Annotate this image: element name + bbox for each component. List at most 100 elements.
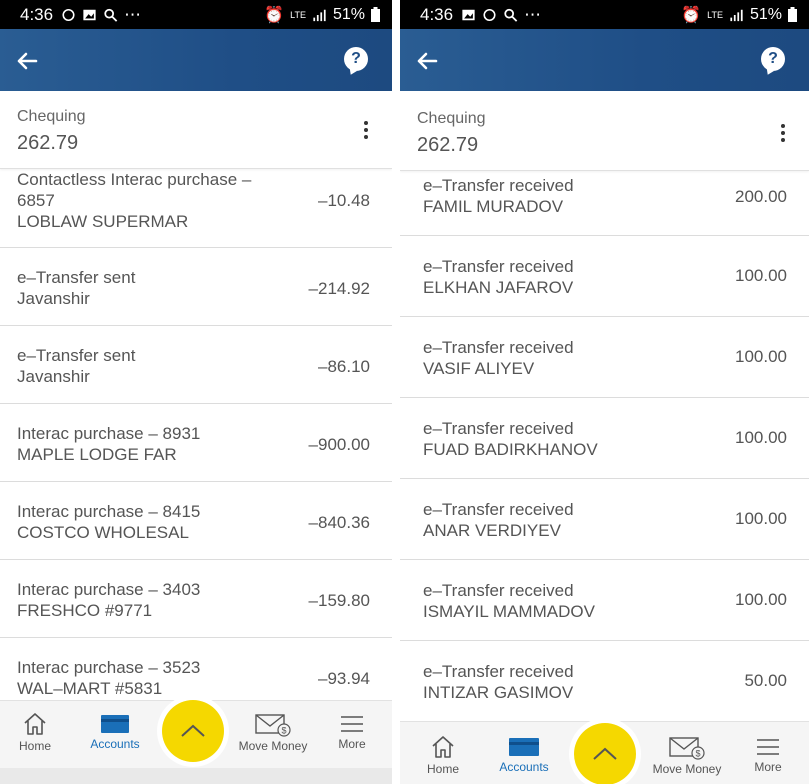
nav-more[interactable]: More [750,736,786,774]
transaction-row[interactable]: e–Transfer sent Javanshir –214.92 [0,248,392,326]
transaction-amount: 100.00 [735,266,787,285]
nav-more-label: More [338,737,366,751]
transaction-row[interactable]: e–Transfer received ANAR VERDIYEV 100.00 [400,479,809,560]
arrow-left-icon[interactable] [414,48,440,74]
search-icon [104,8,118,22]
transaction-title: Interac purchase – 8415 [17,502,201,521]
transaction-counterparty: FUAD BADIRKHANOV [423,440,598,459]
gallery-icon [83,9,96,20]
status-bar: 4:36 ⋯ ⏰ LTE 51% [400,0,809,29]
whatsapp-icon [483,8,496,21]
transaction-amount: –900.00 [308,435,370,454]
nav-home[interactable]: Home [422,734,464,776]
battery-icon [371,7,380,22]
account-name: Chequing [17,108,86,125]
account-balance: 262.79 [17,132,79,154]
more-notifications-icon: ⋯ [524,4,542,24]
account-name: Chequing [417,110,486,127]
transaction-title: e–Transfer received [423,500,574,519]
app-bar: ? [400,29,809,91]
transaction-row[interactable]: Interac purchase – 3403 FRESHCO #9771 –1… [0,560,392,638]
transaction-title: Interac purchase – 3523 [17,658,201,677]
nav-more[interactable]: More [334,713,370,751]
home-icon [432,736,454,758]
nav-move-money[interactable]: $ Move Money [236,713,310,753]
transaction-amount: 50.00 [744,671,787,690]
hamburger-icon [341,716,363,732]
transaction-merchant: LOBLAW SUPERMAR [17,212,189,231]
system-nav-area [0,768,392,784]
transaction-row[interactable]: e–Transfer received FAMIL MURADOV 200.00 [400,171,809,236]
nav-accounts-label: Accounts [499,760,549,774]
chevron-up-icon [593,747,617,760]
transaction-list: Contactless Interac purchase – 6857 LOBL… [0,167,392,716]
gallery-icon [462,9,475,20]
kebab-menu-icon[interactable] [362,121,370,143]
alarm-icon: ⏰ [681,6,702,24]
nav-home[interactable]: Home [14,711,56,753]
transaction-title: Contactless Interac purchase – [17,170,252,189]
transaction-title: e–Transfer sent [17,268,136,287]
transaction-row[interactable]: e–Transfer received VASIF ALIYEV 100.00 [400,317,809,398]
transaction-row[interactable]: e–Transfer received INTIZAR GASIMOV 50.0… [400,641,809,722]
nav-move-money[interactable]: $ Move Money [648,736,726,776]
transaction-counterparty: ANAR VERDIYEV [423,521,561,540]
right-screen: 4:36 ⋯ ⏰ LTE 51% ? Chequing 262.79 e–Tra… [400,0,809,784]
network-type: LTE [707,9,723,20]
transaction-subtitle: WAL–MART #5831 [17,679,163,698]
transaction-list: e–Transfer received FAMIL MURADOV 200.00… [400,171,809,722]
nav-move-money-label: Move Money [238,739,308,753]
transaction-title: Interac purchase – 8931 [17,424,201,443]
transaction-counterparty: INTIZAR GASIMOV [423,683,574,702]
transaction-amount: –86.10 [318,357,370,376]
card-icon [509,738,539,756]
screen-divider [392,0,400,784]
transaction-row[interactable]: e–Transfer received ELKHAN JAFAROV 100.0… [400,236,809,317]
nav-accounts[interactable]: Accounts [494,736,554,774]
transaction-amount: 100.00 [735,509,787,528]
transaction-amount: 100.00 [735,347,787,366]
search-icon [504,8,518,22]
signal-icon [730,9,743,21]
account-balance: 262.79 [417,134,479,156]
transaction-row[interactable]: Interac purchase – 8931 MAPLE LODGE FAR … [0,404,392,482]
signal-icon [313,9,326,21]
svg-text:$: $ [696,749,701,759]
transaction-title: e–Transfer sent [17,346,136,365]
transaction-amount: 200.00 [735,187,787,206]
transaction-title: e–Transfer received [423,338,574,357]
transaction-subtitle: Javanshir [17,367,90,386]
transaction-row[interactable]: Contactless Interac purchase – 6857 LOBL… [0,167,392,248]
arrow-left-icon[interactable] [14,48,40,74]
transaction-title: e–Transfer received [423,662,574,681]
kebab-menu-icon[interactable] [779,124,787,146]
transaction-counterparty: FAMIL MURADOV [423,197,564,216]
account-header: Chequing 262.79 [0,91,392,169]
transaction-subtitle: FRESHCO #9771 [17,601,153,620]
whatsapp-icon [62,8,75,21]
transaction-amount: –93.94 [318,669,370,688]
envelope-dollar-icon: $ [669,737,705,760]
transaction-row[interactable]: Interac purchase – 8415 COSTCO WHOLESAL … [0,482,392,560]
transaction-counterparty: VASIF ALIYEV [423,359,535,378]
scroll-top-button[interactable] [574,723,636,784]
transaction-row[interactable]: e–Transfer sent Javanshir –86.10 [0,326,392,404]
transaction-amount: 100.00 [735,590,787,609]
help-bubble-icon[interactable]: ? [761,47,785,71]
transaction-amount: –10.48 [318,191,370,210]
transaction-title: e–Transfer received [423,581,574,600]
transaction-subtitle: Javanshir [17,289,90,308]
transaction-counterparty: ISMAYIL MAMMADOV [423,602,595,621]
transaction-row[interactable]: e–Transfer received ISMAYIL MAMMADOV 100… [400,560,809,641]
transaction-row[interactable]: e–Transfer received FUAD BADIRKHANOV 100… [400,398,809,479]
battery-percent: 51% [749,5,782,23]
scroll-top-button[interactable] [162,700,224,762]
transaction-amount: 100.00 [735,428,787,447]
nav-accounts[interactable]: Accounts [86,713,144,751]
nav-move-money-label: Move Money [652,762,722,776]
help-bubble-icon[interactable]: ? [344,47,368,71]
transaction-title: Interac purchase – 3403 [17,580,201,599]
svg-text:$: $ [282,726,287,736]
home-icon [24,713,46,735]
card-icon [101,715,129,733]
